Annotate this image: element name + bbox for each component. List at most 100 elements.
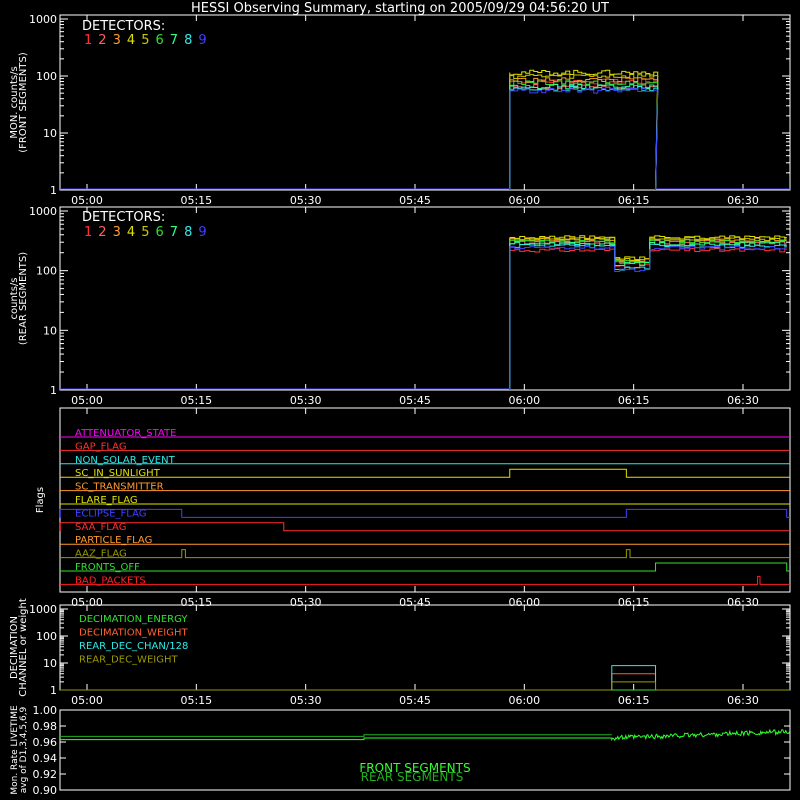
front-legend-title: DETECTORS: — [82, 19, 165, 34]
front-series-det8 — [509, 85, 659, 191]
rear-legend-label: 6 — [156, 225, 164, 240]
dec-legend-label: REAR_DEC_WEIGHT — [79, 655, 178, 666]
live-ylabel: avg of D1,3,4,5,6,9 — [19, 706, 29, 793]
front-xtick-label: 05:30 — [290, 194, 322, 207]
rear-legend-label: 9 — [198, 225, 206, 240]
front-ylabel: (FRONT SEGMENTS) — [18, 52, 29, 153]
live-front-noise — [611, 728, 791, 742]
front-legend-label: 3 — [113, 33, 121, 48]
dec-xtick-label: 06:30 — [727, 694, 759, 707]
flags-xtick-label: 05:15 — [180, 596, 212, 609]
rear-ytick-label: 10 — [43, 324, 57, 337]
front-series-det3 — [509, 77, 659, 191]
flag-line — [60, 468, 790, 478]
rear-xtick-label: 05:00 — [71, 394, 103, 407]
rear-series-det3 — [509, 237, 787, 390]
dec-ytick-label: 10 — [43, 657, 57, 670]
flags-xtick-label: 05:00 — [71, 596, 103, 609]
flag-label: SC_IN_SUNLIGHT — [75, 468, 161, 479]
text-layer: 1 10 100 1000 05:00 05:15 05:30 05:45 06:00 06:15… — [9, 13, 759, 797]
front-ytick-label: 1 — [50, 184, 57, 197]
dec-xtick-label: 06:15 — [618, 694, 650, 707]
flags-xtick-label: 06:30 — [727, 596, 759, 609]
rear-legend-title: DETECTORS: — [82, 210, 165, 225]
flag-line — [59, 522, 790, 532]
rear-ylabel: (REAR SEGMENTS) — [18, 252, 29, 345]
front-xtick-label: 06:00 — [508, 194, 540, 207]
dec-xtick-label: 05:15 — [180, 694, 212, 707]
live-ytick-label: 0.90 — [33, 784, 58, 797]
live-legend-rear: REAR SEGMENTS — [361, 770, 464, 784]
rear-ytick-label: 100 — [36, 265, 57, 278]
flag-line — [60, 562, 790, 572]
rear-ytick-label: 1 — [50, 384, 57, 397]
flags-xtick-label: 05:45 — [399, 596, 431, 609]
front-xtick-label: 05:00 — [71, 194, 103, 207]
flag-label: AAZ_FLAG — [75, 549, 127, 560]
dec-series — [60, 665, 790, 691]
rear-xtick-label: 05:30 — [290, 394, 322, 407]
front-xtick-label: 05:45 — [399, 194, 431, 207]
live-ytick-label: 0.94 — [33, 752, 58, 765]
flag-label: BAD_PACKETS — [75, 575, 146, 586]
front-series-det6 — [509, 80, 659, 191]
rear-series-det5 — [509, 236, 787, 390]
front-legend-label: 2 — [98, 33, 106, 48]
dec-xtick-label: 05:00 — [71, 694, 103, 707]
front-series-det2 — [509, 83, 659, 191]
rear-legend-label: 7 — [170, 225, 178, 240]
rear-xtick-label: 06:00 — [508, 394, 540, 407]
front-legend-label: 7 — [170, 33, 178, 48]
live-front-series — [60, 737, 612, 741]
front-series-det1 — [509, 78, 659, 191]
flag-label: FRONTS_OFF — [75, 562, 140, 573]
dec-xtick-label: 05:45 — [399, 694, 431, 707]
rear-series-det8 — [509, 243, 787, 390]
flags-xtick-label: 06:00 — [508, 596, 540, 609]
front-xtick-label: 05:15 — [180, 194, 212, 207]
flags-xtick-label: 05:30 — [290, 596, 322, 609]
dec-ytick-label: 100 — [36, 630, 57, 643]
flag-label: ATTENUATOR_STATE — [75, 428, 176, 439]
rear-legend-label: 1 — [84, 225, 92, 240]
chart-title: HESSI Observing Summary, starting on 200… — [191, 1, 609, 16]
rear-xtick-label: 05:45 — [399, 394, 431, 407]
front-ytick-label: 1000 — [29, 13, 57, 26]
flag-line — [59, 508, 790, 518]
flag-label: FLARE_FLAG — [75, 495, 138, 506]
flags-xtick-label: 06:15 — [618, 596, 650, 609]
dec-ytick-label: 1 — [50, 684, 57, 697]
flag-label: ECLIPSE_FLAG — [75, 508, 146, 519]
rear-xtick-label: 05:15 — [180, 394, 212, 407]
live-rear-series — [60, 734, 612, 737]
dec-legend-label: DECIMATION_WEIGHT — [79, 628, 188, 639]
front-xtick-label: 06:15 — [618, 194, 650, 207]
flag-line — [60, 549, 790, 559]
observing-summary-chart: HESSI Observing Summary, starting on 200… — [9, 1, 791, 797]
front-series-det7 — [509, 83, 659, 191]
live-ytick-label: 1.00 — [33, 704, 58, 717]
dec-series — [60, 681, 790, 691]
front-legend-label: 5 — [141, 33, 149, 48]
rear-legend-label: 8 — [184, 225, 192, 240]
front-legend-label: 8 — [184, 33, 192, 48]
dec-legend-label: REAR_DEC_CHAN/128 — [79, 641, 188, 652]
flag-label: NON_SOLAR_EVENT — [75, 455, 176, 466]
rear-legend-label: 4 — [127, 225, 135, 240]
flag-line — [60, 575, 790, 585]
front-legend-label: 4 — [127, 33, 135, 48]
rear-xtick-label: 06:30 — [727, 394, 759, 407]
front-series-det9 — [509, 88, 659, 191]
flags-ylabel: Flags — [35, 487, 46, 513]
rear-legend-label: 2 — [98, 225, 106, 240]
rear-ytick-label: 1000 — [29, 205, 57, 218]
rear-legend-label: 3 — [113, 225, 121, 240]
flag-label: SAA_FLAG — [75, 522, 126, 533]
front-legend-label: 1 — [84, 33, 92, 48]
dec-legend-label: DECIMATION_ENERGY — [79, 614, 188, 625]
front-legend-label: 6 — [156, 33, 164, 48]
rear-legend-label: 5 — [141, 225, 149, 240]
dec-ylabel: CHANNEL or weight — [18, 598, 29, 697]
dec-series — [60, 673, 790, 691]
dec-xtick-label: 05:30 — [290, 694, 322, 707]
